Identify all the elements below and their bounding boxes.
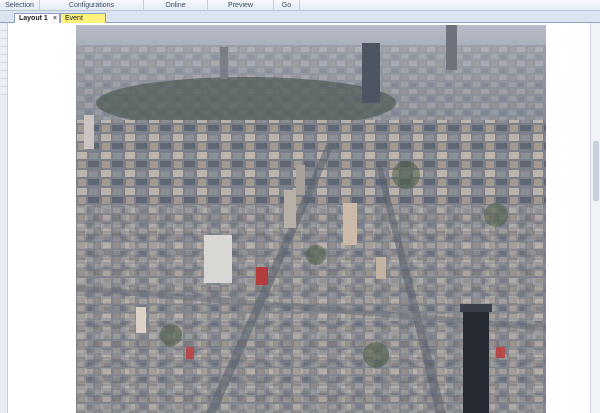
scrollbar-thumb[interactable] xyxy=(593,141,599,201)
tab-event-sheet-1[interactable]: Event sheet 1 xyxy=(60,13,106,32)
group-configurations: Configurations xyxy=(40,0,144,11)
tab-layout-1[interactable]: Layout 1 × xyxy=(14,13,60,23)
document-tab-bar: Layout 1 × Event sheet 1 xyxy=(0,11,600,32)
left-panel-strip[interactable] xyxy=(0,23,8,413)
vertical-scrollbar[interactable] xyxy=(590,23,600,413)
layout-canvas[interactable] xyxy=(9,23,590,413)
city-aerial-image[interactable] xyxy=(76,25,546,413)
group-selection: Selection xyxy=(0,0,40,11)
tab-layout-1-label: Layout 1 xyxy=(19,15,48,22)
ribbon-group-labels: Selection Configurations Online Preview … xyxy=(0,0,600,11)
group-online: Online xyxy=(144,0,208,11)
city-aerial-image-graphic xyxy=(76,25,546,413)
group-preview: Preview xyxy=(208,0,274,11)
group-go: Go xyxy=(274,0,300,11)
